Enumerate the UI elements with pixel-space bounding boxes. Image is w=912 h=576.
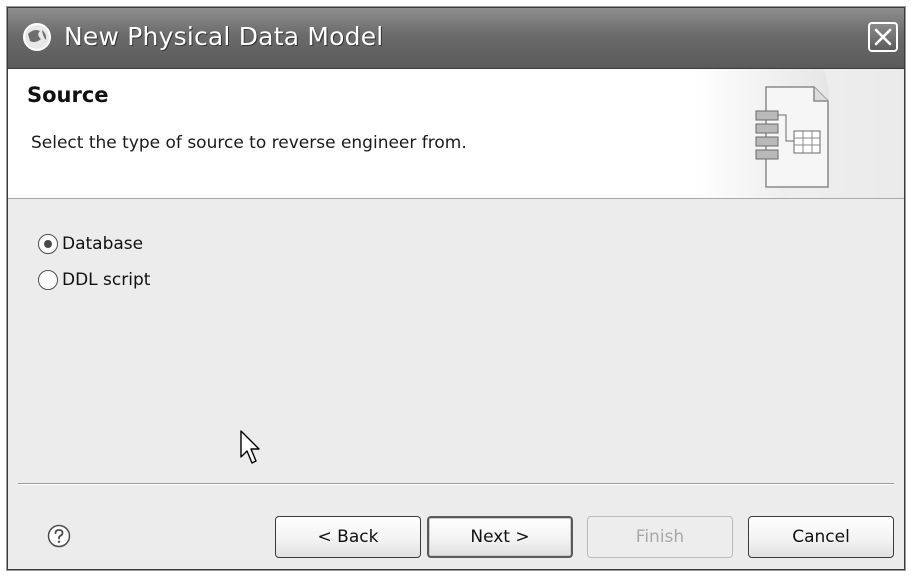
back-button[interactable]: < Back <box>275 516 421 558</box>
window-title: New Physical Data Model <box>64 22 384 51</box>
app-globe-icon <box>22 22 52 52</box>
close-button[interactable] <box>868 22 898 52</box>
source-radio-group: Database DDL script <box>38 226 150 298</box>
page-description: Select the type of source to reverse eng… <box>31 133 467 153</box>
radio-option-ddl-script[interactable]: DDL script <box>38 262 150 298</box>
wizard-header: Source Select the type of source to reve… <box>8 69 904 199</box>
title-bar[interactable]: New Physical Data Model <box>8 8 904 69</box>
radio-label-database[interactable]: Database <box>62 234 143 254</box>
help-icon[interactable] <box>47 524 71 548</box>
radio-option-database[interactable]: Database <box>38 226 150 262</box>
radio-button-ddl-script[interactable] <box>38 270 58 290</box>
footer-separator <box>18 483 894 485</box>
finish-button[interactable]: Finish <box>587 516 733 558</box>
radio-selected-dot <box>44 240 52 248</box>
dialog-window: New Physical Data Model Source Select th… <box>7 7 905 570</box>
close-icon <box>874 28 892 46</box>
radio-label-ddl-script[interactable]: DDL script <box>62 270 150 290</box>
next-button[interactable]: Next > <box>427 516 573 558</box>
cancel-button[interactable]: Cancel <box>748 516 894 558</box>
radio-button-database[interactable] <box>38 234 58 254</box>
page-title: Source <box>27 83 109 107</box>
data-model-wizard-icon <box>694 69 904 198</box>
mouse-pointer-icon <box>240 430 264 470</box>
